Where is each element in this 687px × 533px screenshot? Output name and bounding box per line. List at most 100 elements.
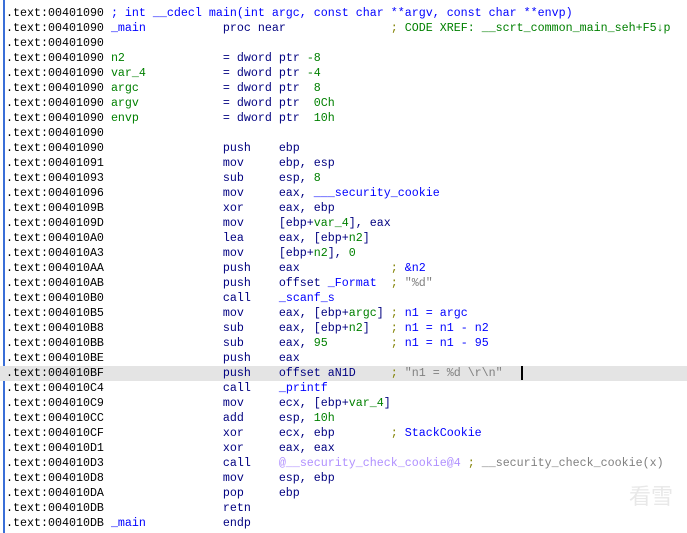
- disassembly-line[interactable]: .text:004010DA pop ebp: [0, 486, 687, 501]
- disassembly-line[interactable]: .text:004010DB retn: [0, 501, 687, 516]
- operand-value: 10h: [313, 411, 335, 425]
- comment-marker: ;: [390, 366, 405, 380]
- xref-comment: CODE XREF: __scrt_common_main_seh+F5↓p: [404, 21, 671, 35]
- label[interactable]: _Format: [328, 276, 377, 290]
- address: .text:004010B8: [6, 321, 111, 335]
- disassembly-line[interactable]: .text:00401093 sub esp, 8: [0, 171, 687, 186]
- address: .text:004010CC: [6, 411, 111, 425]
- disassembly-line[interactable]: .text:004010AA push eax ; &n2: [0, 261, 687, 276]
- instruction: ]: [376, 306, 391, 320]
- operand-value: -8: [306, 51, 321, 65]
- operand-value: n2: [348, 321, 363, 335]
- instruction: mov ecx, [ebp+: [110, 396, 349, 410]
- operand-value: 95: [313, 336, 328, 350]
- instruction: retn: [110, 501, 251, 515]
- address: .text:00401090: [6, 111, 111, 125]
- operand-value: 8: [313, 171, 321, 185]
- address: .text:00401090: [6, 21, 111, 35]
- address: .text:00401093: [6, 171, 111, 185]
- disassembly-line[interactable]: .text:00401090 envp = dword ptr 10h: [0, 111, 687, 126]
- disassembly-line[interactable]: .text:004010D3 call @__security_check_co…: [0, 456, 687, 471]
- address: .text:0040109B: [6, 201, 111, 215]
- instruction: mov [ebp+: [110, 246, 314, 260]
- comment-marker: ;: [390, 261, 405, 275]
- comment-marker: ;: [467, 456, 482, 470]
- disassembly-line[interactable]: .text:00401090 _main proc near ; CODE XR…: [0, 21, 687, 36]
- disassembly-line[interactable]: .text:00401090 argv = dword ptr 0Ch: [0, 96, 687, 111]
- disassembly-view[interactable]: .text:00401090 ; int __cdecl main(int ar…: [0, 0, 687, 533]
- instruction: sub eax,: [110, 336, 314, 350]
- disassembly-line[interactable]: .text:00401090 var_4 = dword ptr -4: [0, 66, 687, 81]
- disassembly-line[interactable]: .text:004010B5 mov eax, [ebp+argc] ; n1 …: [0, 306, 687, 321]
- disassembly-line[interactable]: .text:004010CC add esp, 10h: [0, 411, 687, 426]
- comment-marker: ;: [390, 321, 405, 335]
- disassembly-line[interactable]: .text:004010D1 xor eax, eax: [0, 441, 687, 456]
- import-name[interactable]: @__security_check_cookie@4: [279, 456, 461, 470]
- address: .text:00401090: [6, 6, 111, 20]
- disassembly-line[interactable]: .text:004010BF push offset aN1D ; "n1 = …: [0, 366, 687, 381]
- disassembly-line[interactable]: .text:0040109B xor eax, ebp: [0, 201, 687, 216]
- operand-value: 10h: [313, 111, 335, 125]
- disassembly-line[interactable]: .text:004010CF xor ecx, ebp ; StackCooki…: [0, 426, 687, 441]
- instruction: mov ebp, esp: [110, 156, 335, 170]
- disassembly-line[interactable]: .text:004010BE push eax: [0, 351, 687, 366]
- address: .text:004010A3: [6, 246, 111, 260]
- disassembly-line[interactable]: .text:004010C4 call _printf: [0, 381, 687, 396]
- comment: &n2: [404, 261, 426, 275]
- address: .text:004010BE: [6, 351, 111, 365]
- disassembly-line[interactable]: .text:00401090 n2 = dword ptr -8: [0, 51, 687, 66]
- instruction: endp: [145, 516, 251, 530]
- address: .text:004010D3: [6, 456, 111, 470]
- disassembly-line[interactable]: .text:004010A0 lea eax, [ebp+n2]: [0, 231, 687, 246]
- disassembly-line[interactable]: .text:004010B0 call _scanf_s: [0, 291, 687, 306]
- disassembly-line[interactable]: .text:004010A3 mov [ebp+n2], 0: [0, 246, 687, 261]
- disassembly-line[interactable]: .text:00401096 mov eax, ___security_cook…: [0, 186, 687, 201]
- instruction: ]: [383, 396, 391, 410]
- disassembly-line[interactable]: .text:00401090 ; int __cdecl main(int ar…: [0, 6, 687, 21]
- disassembly-line[interactable]: .text:00401090: [0, 126, 687, 141]
- disassembly-line[interactable]: .text:004010B8 sub eax, [ebp+n2] ; n1 = …: [0, 321, 687, 336]
- operand-value: 0: [348, 246, 356, 260]
- label[interactable]: _main: [111, 516, 146, 530]
- instruction: xor ecx, ebp: [110, 426, 391, 440]
- address: .text:00401090: [6, 66, 111, 80]
- instruction: call: [110, 456, 279, 470]
- address: .text:004010C4: [6, 381, 111, 395]
- text-cursor: [521, 366, 523, 380]
- address: .text:004010D1: [6, 441, 111, 455]
- disassembly-line[interactable]: .text:00401090: [0, 36, 687, 51]
- address: .text:00401096: [6, 186, 111, 200]
- operand-value: 8: [313, 81, 321, 95]
- disassembly-line[interactable]: .text:004010C9 mov ecx, [ebp+var_4]: [0, 396, 687, 411]
- address: .text:004010D8: [6, 471, 111, 485]
- disassembly-line[interactable]: .text:0040109D mov [ebp+var_4], eax: [0, 216, 687, 231]
- disassembly-line[interactable]: .text:00401091 mov ebp, esp: [0, 156, 687, 171]
- address: .text:004010AA: [6, 261, 111, 275]
- operand-value: argv: [110, 96, 139, 110]
- instruction: = dword ptr: [138, 111, 314, 125]
- label[interactable]: _scanf_s: [279, 291, 335, 305]
- disassembly-line[interactable]: .text:004010BB sub eax, 95 ; n1 = n1 - 9…: [0, 336, 687, 351]
- label[interactable]: _printf: [279, 381, 328, 395]
- disassembly-line[interactable]: .text:00401090 argc = dword ptr 8: [0, 81, 687, 96]
- instruction: ], eax: [348, 216, 391, 230]
- disassembly-line[interactable]: .text:004010AB push offset _Format ; "%d…: [0, 276, 687, 291]
- address: .text:00401090: [6, 36, 104, 50]
- instruction: call: [110, 291, 279, 305]
- disassembly-line[interactable]: .text:004010DB _main endp: [0, 516, 687, 531]
- disassembly-line[interactable]: .text:004010D8 mov esp, ebp: [0, 471, 687, 486]
- string-comment: "%d": [404, 276, 433, 290]
- comment: n1 = argc: [404, 306, 468, 320]
- operand-value: var_4: [313, 216, 349, 230]
- label[interactable]: ___security_cookie: [314, 186, 440, 200]
- instruction: push eax: [110, 261, 391, 275]
- instruction: [377, 276, 391, 290]
- operand-value: argc: [110, 81, 139, 95]
- address: .text:004010CF: [6, 426, 111, 440]
- label[interactable]: _main: [111, 21, 146, 35]
- address: .text:0040109D: [6, 216, 111, 230]
- address: .text:004010BF: [6, 366, 111, 380]
- disassembly-line[interactable]: .text:00401090 push ebp: [0, 141, 687, 156]
- operand-value: argc: [348, 306, 377, 320]
- operand-value: n2: [110, 51, 125, 65]
